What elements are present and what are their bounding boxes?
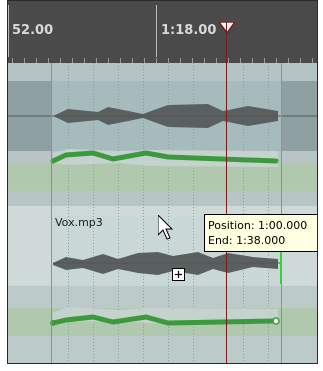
- copy-plus-icon: [172, 268, 185, 281]
- item-end-line: [281, 63, 282, 363]
- media-item-name: Vox.mp3: [55, 216, 103, 229]
- drag-tooltip: Position: 1:00.000 End: 1:38.000: [204, 214, 317, 252]
- envelope-point: [272, 317, 280, 325]
- waveform-overlay: [8, 104, 317, 326]
- tooltip-position: Position: 1:00.000: [208, 219, 308, 232]
- item-start-line: [51, 63, 52, 363]
- edit-cursor-line: [226, 21, 227, 363]
- tooltip-end: End: 1:38.000: [208, 234, 286, 247]
- arrange-view[interactable]: 52.00 1:18.00 Vox.mp3 Position: 1:00.000…: [7, 0, 318, 364]
- arrow-cursor-icon: [158, 215, 174, 240]
